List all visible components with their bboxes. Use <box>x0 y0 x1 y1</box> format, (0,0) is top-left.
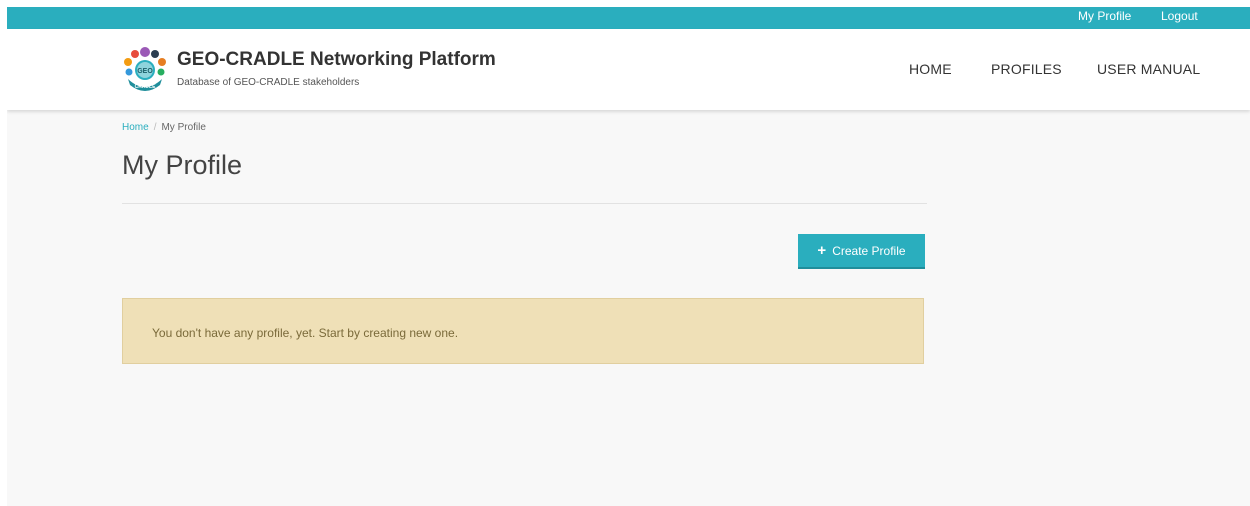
svg-text:GEO: GEO <box>137 68 153 75</box>
nav-user-manual[interactable]: USER MANUAL <box>1097 61 1200 77</box>
logout-link[interactable]: Logout <box>1161 9 1198 23</box>
svg-text:CRADLE: CRADLE <box>135 84 156 90</box>
alert-message: You don't have any profile, yet. Start b… <box>152 326 459 340</box>
breadcrumb-home-link[interactable]: Home <box>122 122 149 133</box>
site-header: GEO CRADLE GEO-CRADLE Networking Platfor… <box>7 29 1250 110</box>
create-profile-label: Create Profile <box>832 243 906 258</box>
breadcrumb-current: My Profile <box>161 122 206 133</box>
nav-profiles[interactable]: PROFILES <box>991 61 1062 77</box>
site-subtitle: Database of GEO-CRADLE stakeholders <box>177 77 360 88</box>
nav-home[interactable]: HOME <box>909 61 952 77</box>
top-utility-bar: My Profile Logout <box>7 7 1250 29</box>
page-frame: My Profile Logout GEO CRADLE GEO-CRADLE … <box>7 7 1250 506</box>
site-title[interactable]: GEO-CRADLE Networking Platform <box>177 49 496 71</box>
no-profile-alert: You don't have any profile, yet. Start b… <box>122 298 924 364</box>
breadcrumb: Home / My Profile <box>122 122 206 133</box>
create-profile-button[interactable]: + Create Profile <box>798 234 925 269</box>
title-divider <box>122 203 927 204</box>
page-title: My Profile <box>122 150 243 180</box>
plus-icon: + <box>817 242 827 259</box>
breadcrumb-separator: / <box>153 122 157 133</box>
geo-cradle-logo-icon[interactable]: GEO CRADLE <box>120 43 170 93</box>
my-profile-link[interactable]: My Profile <box>1078 9 1131 23</box>
